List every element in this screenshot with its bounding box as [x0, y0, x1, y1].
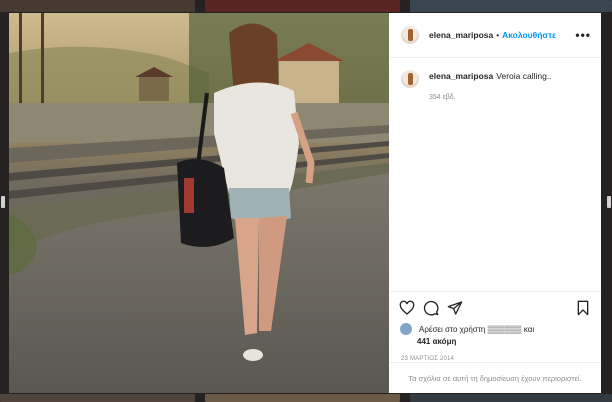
paper-plane-icon[interactable]: [447, 300, 463, 316]
caption-timestamp[interactable]: 354 εβδ.: [429, 94, 601, 101]
post-sidebar: elena_mariposa • Ακολουθήστε ••• elena_m…: [389, 13, 601, 393]
likes-count[interactable]: 441 ακόμη: [417, 337, 591, 346]
post-modal: elena_mariposa • Ακολουθήστε ••• elena_m…: [9, 13, 601, 393]
caption-body: Veroia calling..: [496, 71, 552, 81]
avatar[interactable]: [401, 26, 419, 44]
next-post-arrow[interactable]: [607, 196, 611, 208]
follow-button[interactable]: Ακολουθήστε: [502, 30, 556, 40]
post-caption: elena_mariposa Veroia calling..: [389, 58, 601, 88]
previous-post-arrow[interactable]: [1, 196, 5, 208]
caption-text: elena_mariposa Veroia calling..: [429, 70, 552, 88]
likes-summary: Αρέσει στο χρήστη ▒▒▒▒▒▒ και: [399, 322, 591, 336]
more-options-icon[interactable]: •••: [575, 28, 591, 42]
comment-icon[interactable]: [423, 300, 439, 316]
bookmark-icon[interactable]: [575, 300, 591, 316]
post-photo-illustration: [9, 13, 389, 393]
heart-icon[interactable]: [399, 300, 415, 316]
post-actions: Αρέσει στο χρήστη ▒▒▒▒▒▒ και 441 ακόμη 2…: [389, 291, 601, 362]
likes-text: Αρέσει στο χρήστη ▒▒▒▒▒▒ και: [419, 324, 535, 334]
liker-username-blurred[interactable]: ▒▒▒▒▒▒: [488, 325, 522, 334]
separator-dot: •: [496, 30, 500, 40]
liker-avatar[interactable]: [399, 322, 413, 336]
action-icons: [399, 298, 591, 318]
post-photo: [9, 13, 389, 393]
avatar[interactable]: [401, 70, 419, 88]
username-link[interactable]: elena_mariposa: [429, 30, 493, 40]
comments-disabled-notice: Τα σχόλια σε αυτή τη δημοσίευση έχουν πε…: [389, 362, 601, 393]
post-header: elena_mariposa • Ακολουθήστε •••: [389, 13, 601, 58]
caption-username[interactable]: elena_mariposa: [429, 71, 493, 81]
